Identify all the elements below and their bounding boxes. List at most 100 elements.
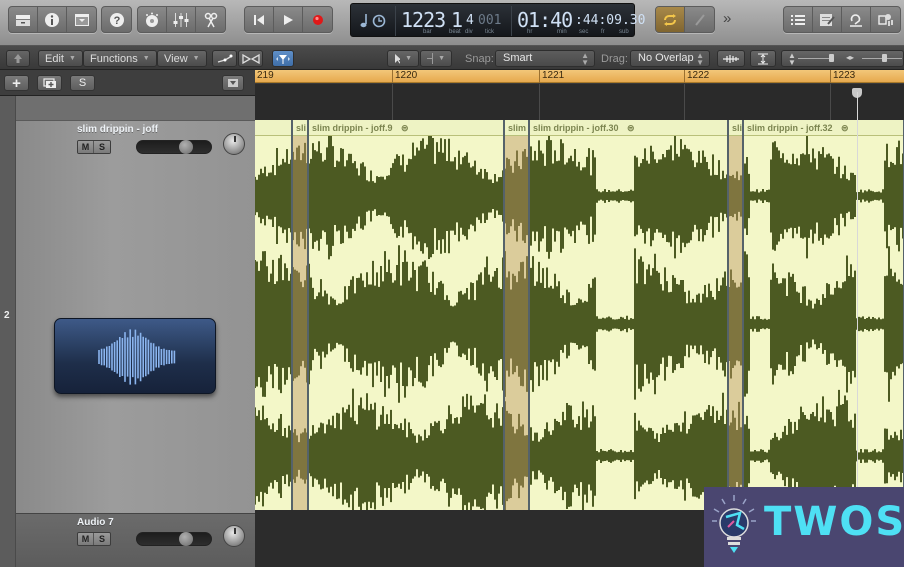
- region-name: slim drippin - joff.9: [312, 123, 393, 133]
- lcd-display[interactable]: 1223 1 4 001 bar beat div tick 01:40 :44…: [350, 3, 645, 37]
- track-header-1[interactable]: slim drippin - joff M S: [16, 120, 255, 513]
- solo-button[interactable]: S: [94, 533, 110, 545]
- back-button[interactable]: [6, 50, 30, 67]
- track-number-column: [0, 96, 16, 567]
- grid-line: [392, 84, 393, 120]
- catch-icon: [276, 54, 290, 64]
- watermark-text: TWOS: [764, 499, 904, 545]
- region-header[interactable]: [255, 120, 291, 136]
- solo-button[interactable]: S: [94, 141, 110, 153]
- go-to-beginning-button[interactable]: [245, 7, 274, 32]
- marker-lane[interactable]: [255, 84, 904, 120]
- snap-select[interactable]: Smart ▲ ▼: [495, 50, 595, 67]
- loop-browser-button[interactable]: [842, 7, 871, 32]
- track-number: 2: [4, 310, 10, 321]
- track-name[interactable]: slim drippin - joff: [77, 124, 158, 135]
- lcd-mode-toggle[interactable]: [357, 4, 393, 36]
- mute-button[interactable]: M: [78, 533, 94, 545]
- horizontal-zoom-handle[interactable]: [882, 54, 887, 62]
- new-track-with-settings-button[interactable]: [37, 75, 62, 91]
- pointer-tool-menu[interactable]: ▼: [387, 50, 419, 67]
- horizontal-zoom-icon: ◂▸: [846, 53, 855, 62]
- functions-menu[interactable]: Functions ▼: [83, 50, 157, 67]
- chevron-down-icon: ▼: [192, 55, 200, 62]
- region-border[interactable]: [307, 120, 309, 510]
- chevron-down-icon: ▼: [438, 55, 445, 62]
- toolbar-button[interactable]: [67, 7, 96, 32]
- mute-button[interactable]: M: [78, 141, 94, 153]
- chevron-down-icon: ▼: [142, 55, 150, 62]
- view-menu[interactable]: View ▼: [157, 50, 207, 67]
- lcd-label-sub: sub: [619, 29, 629, 35]
- region-header[interactable]: slim drippin - joff.30 ⊜: [529, 120, 728, 136]
- volume-slider[interactable]: [136, 140, 212, 154]
- lcd-label-tick: tick: [485, 29, 494, 35]
- inspector-icon: [45, 12, 59, 27]
- record-button[interactable]: [303, 7, 332, 32]
- region-header[interactable]: sli: [292, 120, 308, 136]
- vertical-autozoom-button[interactable]: [750, 50, 776, 67]
- arrange-area[interactable]: sli slim drippin - joff.9 ⊜ slim slim dripp…: [255, 120, 904, 510]
- media-browser-button[interactable]: [871, 7, 900, 32]
- crossfade[interactable]: [504, 136, 529, 510]
- region-header[interactable]: sli: [728, 120, 743, 136]
- add-track-button[interactable]: +: [4, 75, 29, 92]
- inspector-button[interactable]: [38, 7, 67, 32]
- vertical-zoom-icon: ▲ ▼: [788, 51, 796, 67]
- region-header[interactable]: slim drippin - joff.32 ⊜: [743, 120, 904, 136]
- quick-help-button[interactable]: ?: [102, 7, 131, 32]
- bar-ruler[interactable]: 219 1220 1221 1222 1223: [255, 70, 904, 83]
- track-name[interactable]: Audio 7: [77, 517, 114, 528]
- pan-knob[interactable]: [223, 133, 245, 155]
- drag-select[interactable]: No Overlap ▲ ▼: [630, 50, 710, 67]
- play-button[interactable]: [274, 7, 303, 32]
- global-tracks-button[interactable]: [222, 75, 244, 91]
- pointer-icon: [395, 54, 401, 64]
- automation-button[interactable]: [212, 50, 237, 67]
- region-border[interactable]: [727, 120, 729, 510]
- record-icon: [312, 14, 323, 25]
- tuner-button[interactable]: [685, 7, 714, 32]
- catch-button[interactable]: [272, 50, 294, 67]
- chevron-down-icon: ▼: [405, 55, 412, 62]
- waveform-zoom-button[interactable]: [717, 50, 745, 67]
- crossfade[interactable]: [292, 136, 308, 510]
- list-editors-button[interactable]: [784, 7, 813, 32]
- lcd-label-hr: hr: [527, 29, 533, 35]
- track-header-2[interactable]: Audio 7 M S: [16, 513, 255, 567]
- mixer-icon: [173, 12, 189, 27]
- secondary-tool-menu[interactable]: ▼: [420, 50, 452, 67]
- playhead[interactable]: [857, 92, 858, 510]
- cycle-button[interactable]: [656, 7, 685, 32]
- region-header[interactable]: slim: [504, 120, 529, 136]
- library-button[interactable]: [9, 7, 38, 32]
- region-name: slim: [508, 123, 527, 133]
- pan-knob[interactable]: [223, 525, 245, 547]
- logic-pro-window: ? 1223 1 4 001 bar beat div tick 01:40:…: [0, 0, 904, 567]
- edit-menu[interactable]: Edit ▼: [38, 50, 83, 67]
- volume-slider[interactable]: [136, 532, 212, 546]
- crossfade[interactable]: [728, 136, 743, 510]
- chevron-down-icon: ▼: [68, 55, 76, 62]
- play-icon: [284, 14, 293, 25]
- note-pads-button[interactable]: [813, 7, 842, 32]
- grid-line: [539, 84, 540, 120]
- flex-button[interactable]: [238, 50, 263, 67]
- mode-group: [655, 6, 715, 33]
- track-icon-button[interactable]: [54, 318, 216, 394]
- mixer-button[interactable]: [167, 7, 196, 32]
- editors-button[interactable]: [196, 7, 225, 32]
- region-header[interactable]: slim drippin - joff.9 ⊜: [308, 120, 504, 136]
- grid-line: [684, 84, 685, 120]
- smart-controls-button[interactable]: [138, 7, 167, 32]
- more-button[interactable]: »: [723, 10, 731, 27]
- global-solo-button[interactable]: S: [70, 75, 95, 91]
- ruler-bar: 1222: [684, 70, 709, 83]
- volume-slider-knob[interactable]: [179, 532, 194, 546]
- region-border[interactable]: [291, 120, 293, 510]
- region-border[interactable]: [528, 120, 530, 510]
- region-border[interactable]: [503, 120, 505, 510]
- vertical-zoom-handle[interactable]: [829, 54, 834, 62]
- volume-slider-knob[interactable]: [179, 140, 194, 154]
- region-border[interactable]: [742, 120, 744, 510]
